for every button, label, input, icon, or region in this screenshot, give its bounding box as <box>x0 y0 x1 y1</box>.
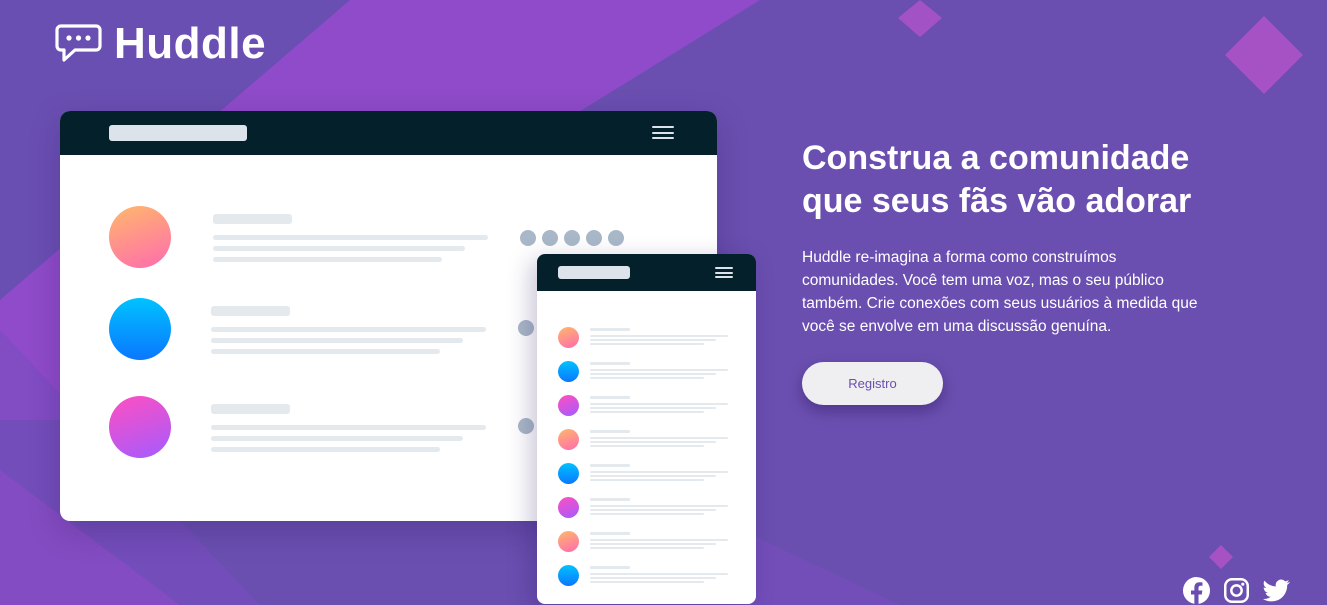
instagram-icon[interactable] <box>1223 577 1250 604</box>
avatar-placeholder <box>109 396 171 458</box>
mockup-dots <box>520 230 624 246</box>
mockup-list-item <box>558 565 738 589</box>
avatar-placeholder <box>558 565 579 586</box>
register-button[interactable]: Registro <box>802 362 943 405</box>
brand-name: Huddle <box>114 19 267 68</box>
hero-title-line: Construa a comunidade <box>802 139 1190 177</box>
mockup-list-item <box>558 531 738 555</box>
mockup-title-placeholder <box>109 125 247 141</box>
mockup-list-item <box>558 327 738 351</box>
social-links <box>1183 577 1290 604</box>
mockup-dots <box>518 320 534 336</box>
avatar-placeholder <box>109 298 171 360</box>
mockup-dots <box>518 418 534 434</box>
avatar-placeholder <box>558 463 579 484</box>
mockup-list-item <box>558 463 738 487</box>
avatar-placeholder <box>558 361 579 382</box>
hero-section: Construa a comunidade que seus fãs vão a… <box>802 137 1222 338</box>
hamburger-icon <box>652 126 674 139</box>
avatar-placeholder <box>109 206 171 268</box>
avatar-placeholder <box>558 395 579 416</box>
mockup-list-item <box>558 497 738 521</box>
hero-title: Construa a comunidade que seus fãs vão a… <box>802 137 1222 223</box>
mobile-mockup-illustration <box>537 254 756 604</box>
twitter-icon[interactable] <box>1263 577 1290 604</box>
chat-bubble-icon <box>55 23 102 62</box>
mockup-nav-bar <box>60 111 717 155</box>
brand-logo[interactable]: Huddle <box>55 22 266 66</box>
hero-description: Huddle re-imagina a forma como construím… <box>802 249 1198 335</box>
avatar-placeholder <box>558 327 579 348</box>
mockup-nav-bar <box>537 254 756 291</box>
hamburger-icon <box>715 267 733 278</box>
avatar-placeholder <box>558 531 579 552</box>
mockup-list-item <box>558 395 738 419</box>
hero-title-line: que seus fãs vão adorar <box>802 182 1192 220</box>
mockup-list-item <box>558 429 738 453</box>
avatar-placeholder <box>558 429 579 450</box>
facebook-icon[interactable] <box>1183 577 1210 604</box>
mockup-title-placeholder <box>558 266 630 279</box>
avatar-placeholder <box>558 497 579 518</box>
mockup-list-item <box>558 361 738 385</box>
